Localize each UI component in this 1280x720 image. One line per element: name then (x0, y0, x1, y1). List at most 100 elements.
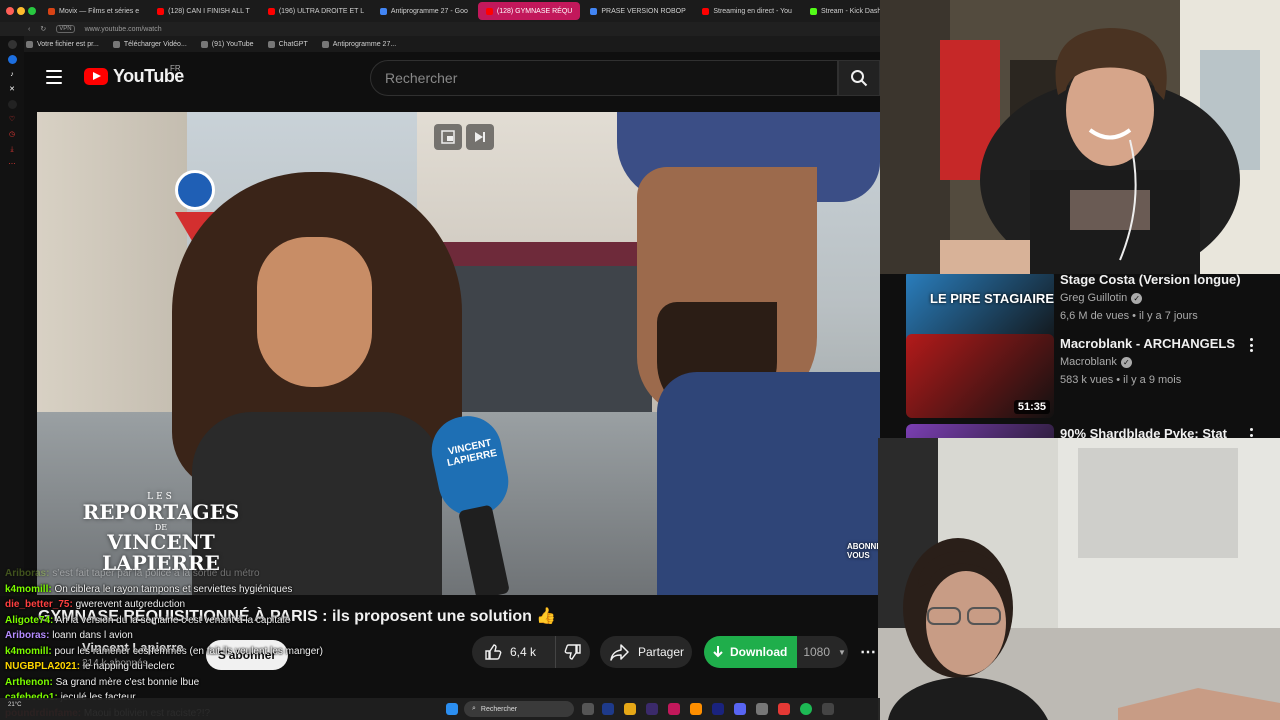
app-icon[interactable] (690, 703, 702, 715)
bookmark-item[interactable]: ChatGPT (267, 40, 308, 48)
x-icon[interactable]: ✕ (8, 85, 17, 94)
next-video-button[interactable] (466, 124, 494, 150)
more-actions-button[interactable]: ⋯ (860, 636, 880, 668)
heart-icon[interactable]: ♡ (8, 115, 17, 124)
tab-favicon-icon (809, 7, 817, 15)
browser-tab[interactable]: PRASE VERSION ROBOP (582, 2, 692, 20)
reload-icon[interactable]: ↻ (40, 25, 46, 33)
thumbs-down-icon (564, 644, 581, 660)
recommended-channel[interactable]: Greg Guillotin ✓ (1060, 292, 1143, 304)
bookmark-item[interactable]: Télécharger Vidéo... (112, 40, 187, 48)
record-icon[interactable] (778, 703, 790, 715)
dislike-button[interactable] (556, 636, 590, 668)
vpn-badge[interactable]: VPN (56, 25, 75, 33)
bookmark-label: Télécharger Vidéo... (123, 40, 187, 48)
browser-tab[interactable]: Movix — Films et séries e (40, 2, 147, 20)
chat-username[interactable]: Aligote74: (5, 615, 53, 626)
maximize-window-button[interactable] (28, 7, 36, 15)
weather-temp: 21°C (8, 702, 22, 708)
os-taskbar: 21°C ⌕ Rechercher (0, 698, 880, 720)
url-field[interactable]: www.youtube.com/watch (85, 26, 162, 33)
video-thumbnail[interactable]: 51:35 (906, 334, 1054, 418)
download-icon[interactable]: ⤓ (8, 145, 17, 154)
recommended-meta: 583 k vues • il y a 9 mois (1060, 374, 1182, 386)
video-thumbnail[interactable]: 300+ (906, 424, 1054, 438)
more-vertical-icon[interactable] (1250, 338, 1254, 352)
browser-icon[interactable] (668, 703, 680, 715)
recommended-channel[interactable]: Macroblank ✓ (1060, 356, 1132, 368)
bookmark-label: Antiprogramme 27... (332, 40, 397, 48)
miniplayer-icon (441, 130, 455, 144)
chat-username[interactable]: Arthenon: (5, 677, 53, 688)
download-label: Download (730, 645, 788, 659)
search-icon (851, 70, 868, 87)
like-button[interactable]: 6,4 k (472, 636, 556, 668)
browser-tab[interactable]: (196) ULTRA DROITE ET L (260, 2, 370, 20)
video-brand-overlay: LES REPORTAGES DE VINCENT LAPIERRE (82, 492, 240, 575)
bookmark-item[interactable]: (91) YouTube (200, 40, 254, 48)
download-arrow-icon (713, 646, 723, 658)
taskbar-search[interactable]: ⌕ Rechercher (464, 701, 574, 717)
settings-icon[interactable] (756, 703, 768, 715)
browser-tab[interactable]: Stream - Kick Dashboard (802, 2, 880, 20)
photoshop-icon[interactable] (602, 703, 614, 715)
chat-message: NUGBPLA2021: le napping du leclerc (0, 659, 470, 675)
premiere-icon[interactable] (646, 703, 658, 715)
verified-icon: ✓ (1120, 356, 1132, 368)
more-vertical-icon[interactable] (1250, 428, 1254, 438)
chat-username[interactable]: k4momill: (5, 646, 52, 657)
recommended-title[interactable]: Stage Costa (Version longue) (1060, 274, 1250, 287)
obs-icon[interactable] (822, 703, 834, 715)
tiktok-icon[interactable]: ♪ (8, 70, 17, 79)
recommended-video[interactable]: 300+ 90% Shardblade Pyke: Stat (906, 424, 1280, 438)
minimize-window-button[interactable] (17, 7, 25, 15)
browser-tab[interactable]: (128) GYMNASE RÉQU (477, 2, 581, 20)
chat-username[interactable]: Ariboras: (5, 568, 49, 579)
bookmark-favicon-icon (267, 40, 275, 48)
chat-username[interactable]: die_better_75: (5, 599, 73, 610)
windows-start-icon[interactable] (446, 703, 458, 715)
country-code: FR (170, 64, 181, 73)
verified-icon: ✓ (1131, 292, 1143, 304)
tab-label: Streaming en direct - You (713, 7, 792, 15)
chat-message: Arthenon: Sa grand mère c'est bonnie lbu… (0, 675, 470, 691)
menu-icon[interactable] (46, 70, 62, 84)
miniplayer-button[interactable] (434, 124, 462, 150)
recommended-title[interactable]: 90% Shardblade Pyke: Stat (1060, 426, 1250, 438)
chat-username[interactable]: k4momill: (5, 584, 52, 595)
share-button[interactable]: Partager (600, 636, 692, 668)
recommended-title[interactable]: Macroblank - ARCHANGELS (1060, 336, 1250, 351)
folder-icon[interactable] (624, 703, 636, 715)
chat-message: k4momill: pour les ramener ces femmes (e… (0, 644, 470, 660)
download-button[interactable]: Download (704, 636, 798, 668)
chat-username[interactable]: Ariboras: (5, 630, 49, 641)
weather-widget[interactable]: 21°C (8, 702, 21, 709)
close-window-button[interactable] (6, 7, 14, 15)
bookmark-label: ChatGPT (278, 40, 308, 48)
recommended-video[interactable]: 51:35 Macroblank - ARCHANGELS Macroblank ✓ 5… (906, 334, 1280, 418)
back-icon[interactable]: ‹ (28, 26, 30, 33)
search-button[interactable] (838, 60, 880, 96)
browser-tab[interactable]: Antiprogramme 27 - Goo (372, 2, 476, 20)
chat-text: Sa grand mère c'est bonnie lbue (55, 676, 200, 688)
tab-favicon-icon (702, 7, 710, 15)
bookmark-item[interactable]: Antiprogramme 27... (321, 40, 397, 48)
messenger-icon[interactable] (7, 55, 17, 64)
browser-tab[interactable]: Streaming en direct - You (694, 2, 800, 20)
video-player[interactable]: VINCENT LAPIERRE LES REPORTAGES DE VINCE… (37, 112, 880, 595)
editor-icon[interactable] (712, 703, 724, 715)
quality-select[interactable]: 1080 ▼ (797, 645, 846, 659)
chat-text: Ah la version du la semaine c'est venant… (55, 614, 291, 626)
search-input[interactable]: Rechercher (370, 60, 838, 96)
browser-tab[interactable]: (128) CAN I FINISH ALL T (149, 2, 258, 20)
task-view-icon[interactable] (582, 703, 594, 715)
tab-favicon-icon (157, 7, 165, 15)
chat-username[interactable]: NUGBPLA2021: (5, 661, 80, 672)
clock-icon[interactable]: ◷ (8, 130, 17, 139)
youtube-logo[interactable]: YouTube (84, 66, 184, 87)
discord-icon[interactable] (734, 703, 746, 715)
settings-icon[interactable] (7, 40, 17, 49)
more-icon[interactable]: ⋯ (8, 160, 17, 169)
spotify-icon[interactable] (800, 703, 812, 715)
bookmark-item[interactable]: Votre fichier est pr... (26, 40, 99, 48)
